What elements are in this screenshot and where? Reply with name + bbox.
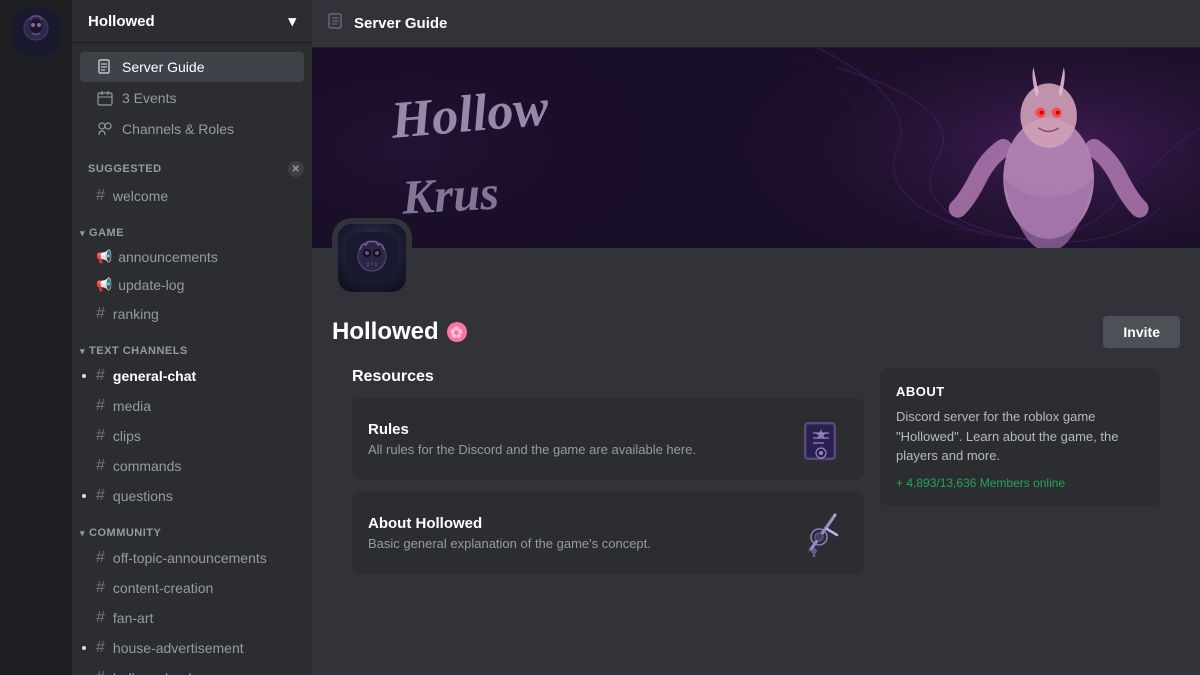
channel-fan-art-label: fan-art [113,610,153,626]
channel-questions[interactable]: # questions [80,482,304,510]
speaker-icon: 📢 [96,249,112,265]
category-text-channels[interactable]: ▾ TEXT CHANNELS [72,329,312,361]
rules-card-text: Rules All rules for the Discord and the … [368,421,696,457]
channel-general-chat-label: general-chat [113,368,196,384]
server-title: Hollowed 🌸 [332,318,467,346]
server-profile-section: Hollowed 🌸 Invite Resources Rules All ru… [312,248,1200,606]
about-column: About Discord server for the roblox game… [880,368,1160,586]
channel-commands-label: commands [113,458,181,474]
category-arrow-icon: ▾ [80,228,85,239]
rules-card-title: Rules [368,421,696,438]
suggested-section-label: SUGGESTED ✕ [72,145,312,181]
hash-icon: # [96,639,105,657]
channel-memes-label: hollowed-only-memes [113,670,249,675]
server-list [0,0,72,675]
server-name: Hollowed [88,13,155,30]
rules-card-desc: All rules for the Discord and the game a… [368,442,696,457]
channel-content-creation[interactable]: # content-creation [80,574,304,602]
hash-icon: # [96,609,105,627]
hash-icon: # [96,669,105,675]
events-icon [96,89,114,107]
hash-icon: # [96,457,105,475]
events-label: 3 Events [122,90,176,106]
rules-card[interactable]: Rules All rules for the Discord and the … [352,398,864,480]
resources-title: Resources [352,368,864,386]
server-icon[interactable] [12,8,60,56]
channel-welcome[interactable]: # welcome [80,182,304,210]
server-guide-icon [96,58,114,76]
about-description: Discord server for the roblox game "Holl… [896,407,1144,466]
top-bar-title: Server Guide [354,15,447,32]
about-hollowed-card[interactable]: About Hollowed Basic general explanation… [352,492,864,574]
category-arrow-icon: ▾ [80,528,85,539]
category-community[interactable]: ▾ COMMUNITY [72,511,312,543]
channel-off-topic-announcements[interactable]: # off-topic-announcements [80,544,304,572]
hash-icon: # [96,187,105,205]
channel-media[interactable]: # media [80,392,304,420]
main-content: Server Guide [312,0,1200,675]
channel-clips-label: clips [113,428,141,444]
server-title-row: Hollowed 🌸 Invite [332,316,1180,348]
about-title: About [896,384,1144,399]
channel-house-ad-label: house-advertisement [113,640,244,656]
server-header[interactable]: Hollowed ▾ [72,0,312,43]
verified-badge: 🌸 [447,322,467,342]
channel-questions-label: questions [113,488,173,504]
server-avatar [332,218,412,298]
channel-general-chat[interactable]: # general-chat [80,362,304,390]
channel-welcome-label: welcome [113,188,168,204]
category-game[interactable]: ▾ GAME [72,211,312,243]
about-card: About Discord server for the roblox game… [880,368,1160,506]
about-card-icon [798,508,848,558]
channel-commands[interactable]: # commands [80,452,304,480]
invite-button[interactable]: Invite [1103,316,1180,348]
nav-server-guide[interactable]: Server Guide [80,52,304,82]
channel-update-log[interactable]: 📢 update-log [80,272,304,298]
channels-roles-icon [96,120,114,138]
content-grid: Resources Rules All rules for the Discor… [332,348,1180,586]
resources-column: Resources Rules All rules for the Discor… [352,368,864,586]
about-card-desc: Basic general explanation of the game's … [368,536,651,551]
rules-card-icon [798,414,848,464]
channel-house-advertisement[interactable]: # house-advertisement [80,634,304,662]
channel-ranking-label: ranking [113,306,159,322]
chevron-down-icon: ▾ [288,12,296,30]
hash-icon: # [96,427,105,445]
channel-hollowed-only-memes[interactable]: # hollowed-only-memes [80,664,304,675]
channel-media-label: media [113,398,151,414]
server-guide-label: Server Guide [122,59,204,75]
hash-icon: # [96,397,105,415]
channel-update-log-label: update-log [118,277,184,293]
channel-fan-art[interactable]: # fan-art [80,604,304,632]
nav-channels-roles[interactable]: Channels & Roles [80,114,304,144]
nav-events[interactable]: 3 Events [80,83,304,113]
channel-off-topic-label: off-topic-announcements [113,550,267,566]
about-card-title: About Hollowed [368,515,651,532]
channels-roles-label: Channels & Roles [122,121,234,137]
members-online: + 4,893/13,636 Members online [896,476,1144,490]
top-bar-channel-icon [328,12,346,35]
server-banner: Hollow Krus [312,48,1200,248]
close-suggested-button[interactable]: ✕ [288,161,304,177]
top-bar: Server Guide [312,0,1200,48]
hash-icon: # [96,579,105,597]
channel-announcements-label: announcements [118,249,218,265]
channel-ranking[interactable]: # ranking [80,300,304,328]
channel-clips[interactable]: # clips [80,422,304,450]
channel-announcements[interactable]: 📢 announcements [80,244,304,270]
svg-text:Krus: Krus [400,167,501,225]
speaker-icon: 📢 [96,277,112,293]
hash-icon: # [96,367,105,385]
channel-sidebar: Hollowed ▾ Server Guide [72,0,312,675]
category-arrow-icon: ▾ [80,346,85,357]
hash-icon: # [96,305,105,323]
server-guide-content: Hollow Krus [312,48,1200,675]
hash-icon: # [96,549,105,567]
about-card-text: About Hollowed Basic general explanation… [368,515,651,551]
hash-icon: # [96,487,105,505]
channel-content-creation-label: content-creation [113,580,213,596]
